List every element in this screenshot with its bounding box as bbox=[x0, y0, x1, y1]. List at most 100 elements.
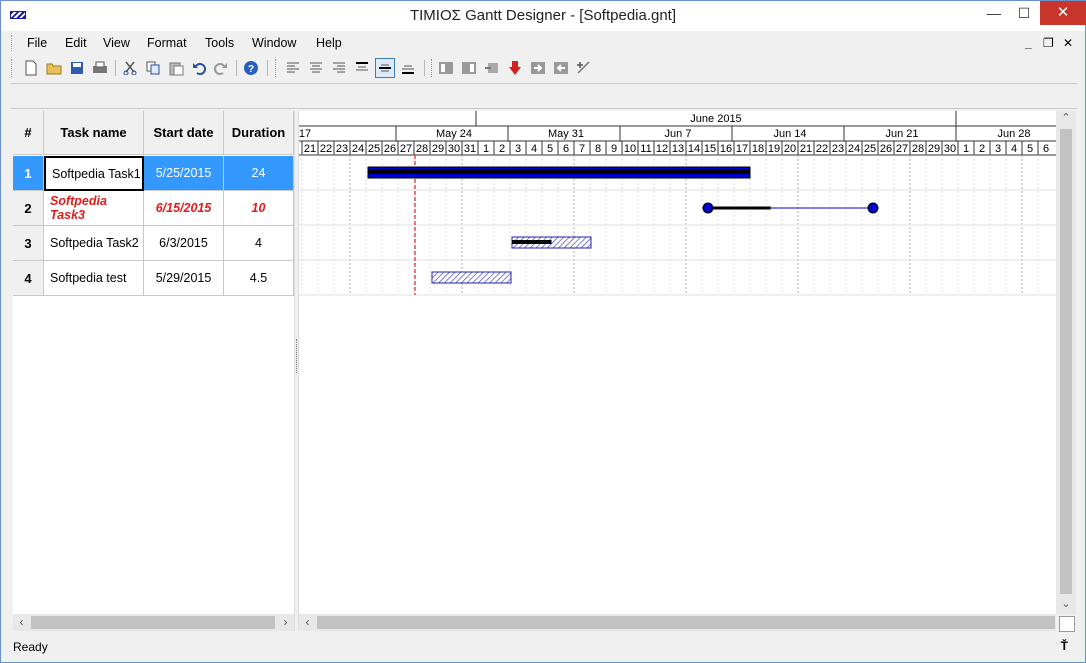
redo-icon[interactable] bbox=[211, 58, 231, 78]
week-label: May 31 bbox=[548, 128, 584, 140]
align-right-icon[interactable] bbox=[329, 58, 349, 78]
menu-view[interactable]: View bbox=[103, 36, 130, 50]
new-file-icon[interactable] bbox=[21, 58, 41, 78]
toolbar-grip-3[interactable] bbox=[431, 59, 434, 77]
status-bar: Ready Ť bbox=[2, 634, 1084, 662]
scroll-left-icon[interactable]: ‹ bbox=[13, 614, 30, 631]
day-label: 23 bbox=[832, 143, 844, 155]
maximize-button[interactable]: ☐ bbox=[1009, 1, 1039, 25]
delete-link-icon[interactable] bbox=[482, 58, 502, 78]
align-bottom-icon[interactable] bbox=[398, 58, 418, 78]
align-left-icon[interactable] bbox=[283, 58, 303, 78]
scroll-corner bbox=[1059, 616, 1075, 632]
gantt-chart[interactable]: June 2015 17 May 24 May 31 Jun 7 Jun 14 Jun 21… bbox=[299, 111, 1056, 631]
mdi-restore-button[interactable]: ❐ bbox=[1043, 36, 1054, 50]
align-top-icon[interactable] bbox=[352, 58, 372, 78]
open-folder-icon[interactable] bbox=[44, 58, 64, 78]
save-icon[interactable] bbox=[67, 58, 87, 78]
undo-icon[interactable] bbox=[189, 58, 209, 78]
grid-header: # Task name Start date Duration bbox=[13, 111, 294, 155]
day-label: 17 bbox=[736, 143, 748, 155]
header-duration[interactable]: Duration bbox=[224, 111, 294, 155]
resize-grip-icon[interactable]: Ť bbox=[1061, 639, 1068, 653]
task-name-cell[interactable]: Softpedia Task3 bbox=[44, 191, 144, 226]
chart-horizontal-scrollbar[interactable]: ‹ bbox=[299, 614, 1056, 631]
toolbar-band bbox=[11, 83, 1077, 109]
mdi-close-button[interactable]: ✕ bbox=[1063, 36, 1073, 50]
day-label: 3 bbox=[995, 143, 1001, 155]
task-name-cell[interactable]: Softpedia Task2 bbox=[44, 226, 144, 261]
row-number[interactable]: 3 bbox=[13, 226, 44, 261]
arrow-right-icon[interactable] bbox=[528, 58, 548, 78]
header-start-date[interactable]: Start date bbox=[144, 111, 224, 155]
link-tasks-icon[interactable] bbox=[574, 58, 594, 78]
menu-tools[interactable]: Tools bbox=[205, 36, 234, 50]
task-grid: # Task name Start date Duration 1 Softpe… bbox=[13, 111, 294, 631]
print-icon[interactable] bbox=[90, 58, 110, 78]
header-num[interactable]: # bbox=[13, 111, 44, 155]
day-label: 25 bbox=[864, 143, 876, 155]
menu-help[interactable]: Help bbox=[316, 36, 342, 50]
header-task-name[interactable]: Task name bbox=[44, 111, 144, 155]
table-row[interactable]: 3 Softpedia Task2 6/3/2015 4 bbox=[13, 226, 294, 261]
splitter-grip[interactable] bbox=[296, 339, 298, 373]
scroll-thumb[interactable] bbox=[1060, 129, 1072, 594]
start-date-cell[interactable]: 5/29/2015 bbox=[144, 261, 224, 296]
grid-horizontal-scrollbar[interactable]: ‹ › bbox=[13, 614, 294, 631]
toolbar-grip-2[interactable] bbox=[275, 59, 278, 77]
task-indent-icon[interactable] bbox=[436, 58, 456, 78]
row-number[interactable]: 2 bbox=[13, 191, 44, 226]
start-date-cell[interactable]: 6/3/2015 bbox=[144, 226, 224, 261]
duration-cell[interactable]: 4 bbox=[224, 226, 294, 261]
day-label: 30 bbox=[944, 143, 956, 155]
toolbar-grip[interactable] bbox=[11, 59, 14, 77]
task-outdent-icon[interactable] bbox=[459, 58, 479, 78]
menu-grip[interactable] bbox=[11, 35, 14, 51]
day-label: 30 bbox=[448, 143, 460, 155]
toolbar-separator bbox=[236, 60, 237, 76]
table-row[interactable]: 2 Softpedia Task3 6/15/2015 10 bbox=[13, 191, 294, 226]
day-label: 10 bbox=[624, 143, 636, 155]
table-row[interactable]: 1 Softpedia Task1 5/25/2015 24 bbox=[13, 156, 294, 191]
day-label: 7 bbox=[579, 143, 585, 155]
chart-vertical-scrollbar[interactable]: ⌃ ⌄ bbox=[1056, 111, 1076, 614]
menu-edit[interactable]: Edit bbox=[65, 36, 87, 50]
close-button[interactable]: ✕ bbox=[1040, 1, 1086, 25]
row-number[interactable]: 1 bbox=[13, 156, 44, 191]
scroll-down-icon[interactable]: ⌄ bbox=[1056, 597, 1076, 614]
align-center-icon[interactable] bbox=[306, 58, 326, 78]
menu-file[interactable]: File bbox=[27, 36, 47, 50]
duration-cell[interactable]: 24 bbox=[224, 156, 294, 191]
menu-window[interactable]: Window bbox=[252, 36, 296, 50]
align-middle-icon[interactable] bbox=[375, 58, 395, 78]
minimize-button[interactable]: — bbox=[979, 1, 1009, 25]
scroll-thumb[interactable] bbox=[317, 616, 1055, 629]
gantt-chart-svg[interactable]: June 201517 May 24 May 31 Jun 7 Jun 14 Jun 21… bbox=[299, 111, 1056, 611]
scroll-up-icon[interactable]: ⌃ bbox=[1056, 111, 1076, 128]
row-number[interactable]: 4 bbox=[13, 261, 44, 296]
progress-bar bbox=[512, 240, 552, 244]
copy-icon[interactable] bbox=[143, 58, 163, 78]
help-icon[interactable]: ? bbox=[241, 58, 261, 78]
mdi-minimize-button[interactable]: _ bbox=[1025, 36, 1032, 50]
cut-icon[interactable] bbox=[120, 58, 140, 78]
task-name-cell[interactable]: Softpedia Task1 bbox=[44, 156, 144, 191]
day-label: 19 bbox=[768, 143, 780, 155]
milestone-icon[interactable] bbox=[505, 58, 525, 78]
start-date-cell[interactable]: 5/25/2015 bbox=[144, 156, 224, 191]
table-row[interactable]: 4 Softpedia test 5/29/2015 4.5 bbox=[13, 261, 294, 296]
day-label: 6 bbox=[1043, 143, 1049, 155]
day-label: 5 bbox=[1027, 143, 1033, 155]
scroll-thumb[interactable] bbox=[31, 616, 275, 629]
duration-cell[interactable]: 10 bbox=[224, 191, 294, 226]
day-label: 27 bbox=[400, 143, 412, 155]
paste-icon[interactable] bbox=[166, 58, 186, 78]
start-date-cell[interactable]: 6/15/2015 bbox=[144, 191, 224, 226]
duration-cell[interactable]: 4.5 bbox=[224, 261, 294, 296]
task-name-cell[interactable]: Softpedia test bbox=[44, 261, 144, 296]
day-label: 18 bbox=[752, 143, 764, 155]
scroll-right-icon[interactable]: › bbox=[277, 614, 294, 631]
scroll-left-icon[interactable]: ‹ bbox=[299, 614, 316, 631]
menu-format[interactable]: Format bbox=[147, 36, 187, 50]
arrow-left-icon[interactable] bbox=[551, 58, 571, 78]
